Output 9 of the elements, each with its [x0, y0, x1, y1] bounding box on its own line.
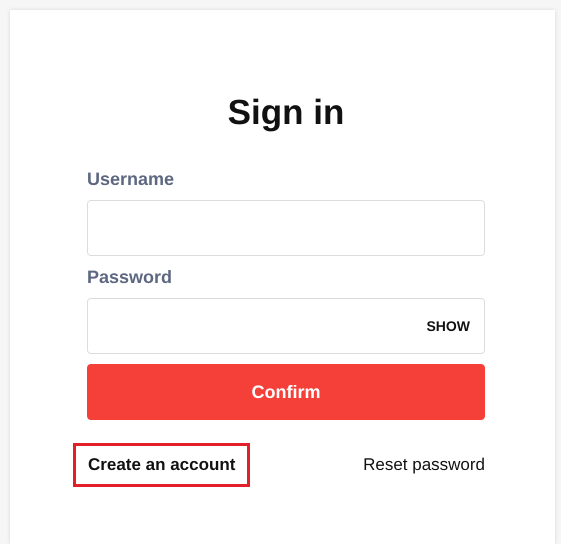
show-password-toggle[interactable]: SHOW: [426, 318, 470, 334]
page-title: Sign in: [226, 92, 346, 134]
reset-password-link[interactable]: Reset password: [348, 443, 485, 487]
confirm-button[interactable]: Confirm: [87, 364, 485, 420]
create-account-link[interactable]: Create an account: [73, 443, 250, 487]
field-label: Username: [87, 168, 176, 190]
username-field[interactable]: [87, 200, 485, 256]
password-field[interactable]: SHOW: [87, 298, 485, 354]
field-label: Password: [87, 266, 174, 288]
